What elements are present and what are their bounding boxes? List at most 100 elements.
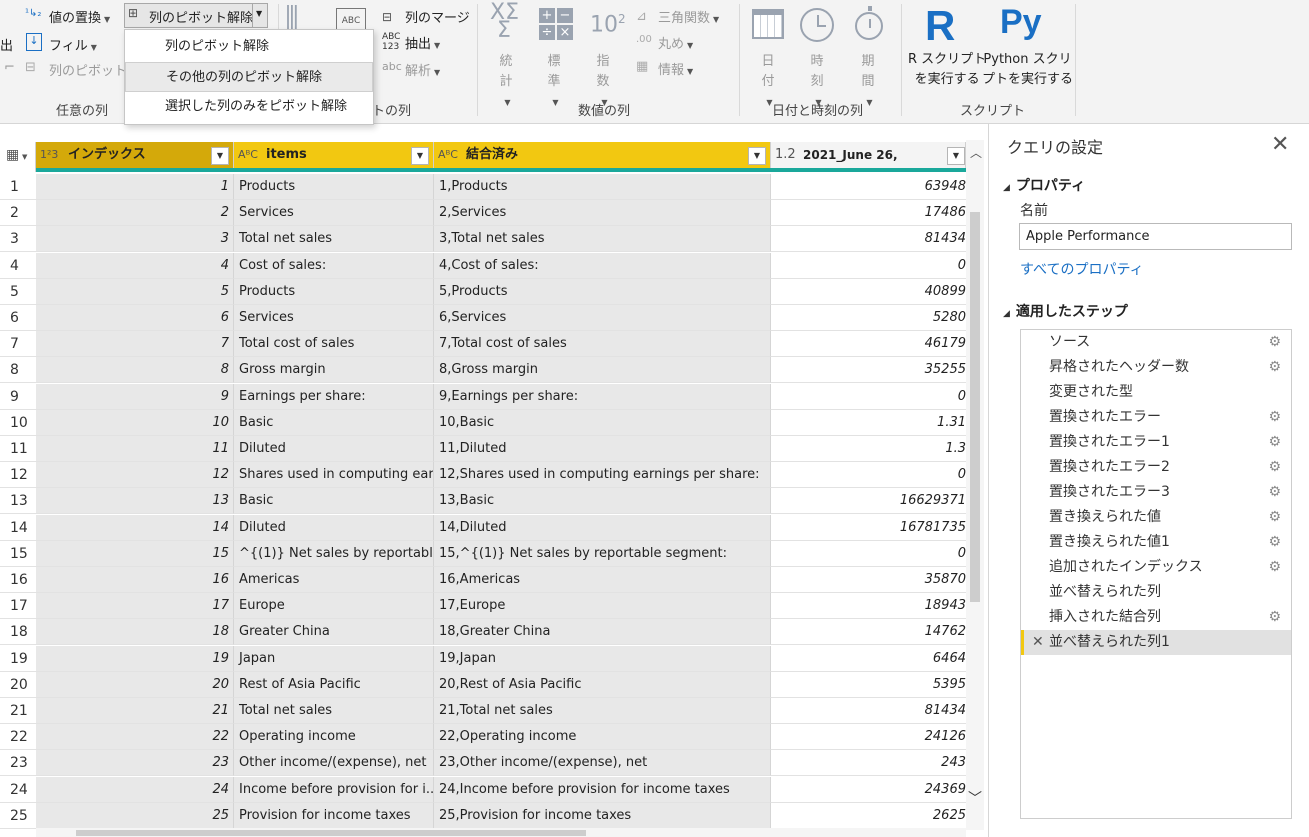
cell-items[interactable]: Gross margin — [234, 357, 434, 384]
row-number[interactable]: 18 — [0, 619, 36, 646]
cell-items[interactable]: ^{(1)} Net sales by reportable... — [234, 540, 434, 567]
table-row[interactable]: 12 12 Shares used in computing ear... 12,Sh… — [0, 462, 966, 489]
merge-columns-button[interactable]: 列のマージ — [405, 7, 470, 26]
cell-index[interactable]: 10 — [36, 409, 234, 436]
row-number[interactable]: 4 — [0, 252, 36, 279]
cell-value[interactable]: 0 — [771, 383, 966, 410]
filter-dropdown-icon[interactable]: ▼ — [947, 147, 965, 165]
cell-value[interactable]: 63948 — [771, 174, 966, 200]
table-row[interactable]: 14 14 Diluted 14,Diluted 16781735 — [0, 514, 966, 541]
cell-items[interactable]: Provision for income taxes — [234, 802, 434, 829]
text-type-icon[interactable]: AᴮC — [438, 142, 458, 168]
cell-value[interactable]: 24126 — [771, 724, 966, 751]
parse-button[interactable]: 解析 ▼ — [405, 60, 440, 79]
table-row[interactable]: 16 16 Americas 16,Americas 35870 — [0, 567, 966, 593]
applied-step[interactable]: 挿入された結合列 ⚙ — [1021, 605, 1291, 630]
table-row[interactable]: 4 4 Cost of sales: 4,Cost of sales: 0 — [0, 252, 966, 279]
applied-step[interactable]: 並べ替えられた列 — [1021, 580, 1291, 605]
gear-icon[interactable]: ⚙ — [1268, 430, 1281, 455]
cell-items[interactable]: Basic — [234, 409, 434, 436]
cell-items[interactable]: Americas — [234, 567, 434, 593]
query-name-input[interactable] — [1019, 223, 1292, 250]
cell-combined[interactable]: 15,^{(1)} Net sales by reportable segmen… — [434, 540, 771, 567]
row-number[interactable]: 7 — [0, 331, 36, 358]
cell-index[interactable]: 13 — [36, 488, 234, 515]
filter-dropdown-icon[interactable]: ▼ — [211, 147, 229, 165]
applied-step[interactable]: ✕ 並べ替えられた列1 — [1021, 630, 1291, 655]
row-number[interactable]: 5 — [0, 278, 36, 305]
row-number[interactable]: 11 — [0, 436, 36, 462]
cell-index[interactable]: 18 — [36, 619, 234, 646]
extract-button[interactable]: 抽出 ▼ — [405, 33, 440, 52]
cell-index[interactable]: 21 — [36, 698, 234, 724]
cell-combined[interactable]: 12,Shares used in computing earnings per… — [434, 462, 771, 489]
gear-icon[interactable]: ⚙ — [1268, 605, 1281, 630]
cell-items[interactable]: Products — [234, 174, 434, 200]
vertical-scrollbar[interactable]: ︿ ﹀ — [966, 140, 984, 830]
filter-dropdown-icon[interactable]: ▼ — [411, 147, 429, 165]
gear-icon[interactable]: ⚙ — [1268, 480, 1281, 505]
cell-value[interactable]: 81434 — [771, 698, 966, 724]
row-number[interactable]: 20 — [0, 671, 36, 698]
cell-items[interactable]: Services — [234, 305, 434, 331]
close-icon[interactable]: ✕ — [1271, 132, 1289, 157]
cell-value[interactable]: 243 — [771, 750, 966, 777]
cell-value[interactable]: 35255 — [771, 357, 966, 384]
cell-index[interactable]: 16 — [36, 567, 234, 593]
applied-steps-section-title[interactable]: ◢ 適用したステップ — [1003, 301, 1128, 321]
cell-value[interactable]: 0 — [771, 462, 966, 489]
cell-combined[interactable]: 22,Operating income — [434, 724, 771, 751]
table-row[interactable]: 22 22 Operating income 22,Operating income 2… — [0, 724, 966, 751]
applied-step[interactable]: 置換されたエラー3 ⚙ — [1021, 480, 1291, 505]
table-row[interactable]: 13 13 Basic 13,Basic 16629371 — [0, 488, 966, 515]
cell-items[interactable]: Diluted — [234, 514, 434, 541]
cell-value[interactable]: 16781735 — [771, 514, 966, 541]
cell-combined[interactable]: 16,Americas — [434, 567, 771, 593]
cell-items[interactable]: Income before provision for i... — [234, 776, 434, 803]
cell-combined[interactable]: 5,Products — [434, 278, 771, 305]
properties-section-title[interactable]: ◢ プロパティ — [1003, 175, 1085, 195]
gear-icon[interactable]: ⚙ — [1268, 455, 1281, 480]
applied-step[interactable]: 置換されたエラー2 ⚙ — [1021, 455, 1291, 480]
cell-combined[interactable]: 3,Total net sales — [434, 226, 771, 253]
cell-value[interactable]: 40899 — [771, 278, 966, 305]
cell-items[interactable]: Shares used in computing ear... — [234, 462, 434, 489]
cell-value[interactable]: 17486 — [771, 200, 966, 227]
cell-combined[interactable]: 14,Diluted — [434, 514, 771, 541]
table-row[interactable]: 6 6 Services 6,Services 5280 — [0, 305, 966, 331]
cell-items[interactable]: Rest of Asia Pacific — [234, 671, 434, 698]
cell-combined[interactable]: 25,Provision for income taxes — [434, 802, 771, 829]
cell-value[interactable]: 1.3 — [771, 436, 966, 462]
cell-index[interactable]: 3 — [36, 226, 234, 253]
row-number[interactable]: 6 — [0, 305, 36, 331]
trigonometry-button[interactable]: 三角関数 ▼ — [658, 7, 719, 26]
table-row[interactable]: 10 10 Basic 10,Basic 1.31 — [0, 409, 966, 436]
rounding-button[interactable]: 丸め ▼ — [658, 33, 693, 52]
unpivot-columns-button[interactable]: ⊞ 列のピボット解除 ▼ — [124, 3, 268, 28]
cell-items[interactable]: Other income/(expense), net — [234, 750, 434, 777]
cell-combined[interactable]: 11,Diluted — [434, 436, 771, 462]
cell-index[interactable]: 25 — [36, 802, 234, 829]
cell-value[interactable]: 5280 — [771, 305, 966, 331]
row-number[interactable]: 3 — [0, 226, 36, 253]
table-row[interactable]: 11 11 Diluted 11,Diluted 1.3 — [0, 436, 966, 462]
cell-value[interactable]: 14762 — [771, 619, 966, 646]
cell-index[interactable]: 11 — [36, 436, 234, 462]
cell-index[interactable]: 14 — [36, 514, 234, 541]
cell-index[interactable]: 6 — [36, 305, 234, 331]
horizontal-scroll-thumb[interactable] — [76, 830, 586, 836]
table-row[interactable]: 20 20 Rest of Asia Pacific 20,Rest of Asia … — [0, 671, 966, 698]
cell-combined[interactable]: 17,Europe — [434, 593, 771, 620]
row-number[interactable]: 21 — [0, 698, 36, 724]
gear-icon[interactable]: ⚙ — [1268, 330, 1281, 355]
cell-combined[interactable]: 7,Total cost of sales — [434, 331, 771, 358]
delete-step-icon[interactable]: ✕ — [1032, 630, 1044, 655]
row-number[interactable]: 1 — [0, 174, 36, 200]
cell-index[interactable]: 4 — [36, 252, 234, 279]
applied-step[interactable]: 置換されたエラー1 ⚙ — [1021, 430, 1291, 455]
cell-items[interactable]: Basic — [234, 488, 434, 515]
cell-value[interactable]: 6464 — [771, 645, 966, 672]
gear-icon[interactable]: ⚙ — [1268, 555, 1281, 580]
cell-combined[interactable]: 13,Basic — [434, 488, 771, 515]
table-row[interactable]: 3 3 Total net sales 3,Total net sales 81434 — [0, 226, 966, 253]
